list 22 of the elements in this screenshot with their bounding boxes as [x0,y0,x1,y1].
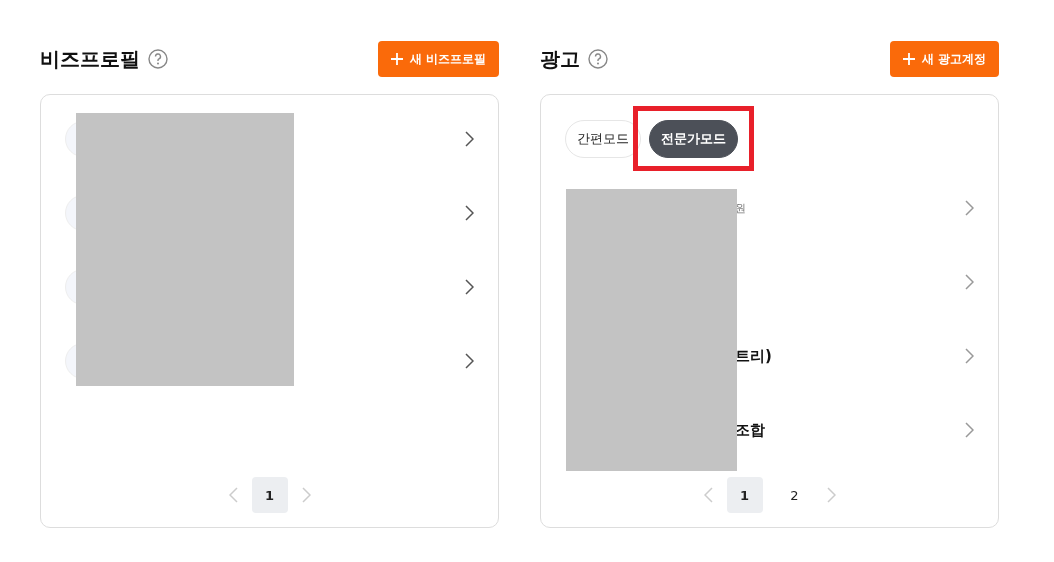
account-balance: 원 [735,200,746,216]
chevron-right-icon[interactable] [465,205,474,221]
account-name: 조합 [735,420,765,440]
chevron-right-icon[interactable] [465,279,474,295]
next-page-icon[interactable] [301,487,311,503]
chevron-right-icon[interactable] [465,131,474,147]
chevron-right-icon[interactable] [465,353,474,369]
previous-page-icon[interactable] [228,487,238,503]
previous-page-icon[interactable] [703,487,713,503]
page-button[interactable]: 2 [776,477,813,513]
plus-icon [901,52,916,66]
section-title: 비즈프로필 [40,45,140,73]
plus-icon [389,52,404,66]
section-title: 광고 [540,45,580,73]
next-page-icon[interactable] [826,487,836,503]
help-icon[interactable] [588,49,608,69]
mode-tab[interactable]: 전문가모드 [649,120,738,158]
account-name: 트리) [735,346,772,366]
mode-tab[interactable]: 간편모드 [565,120,641,158]
page-button[interactable]: 1 [251,477,288,513]
help-icon[interactable] [148,49,168,69]
page-button[interactable]: 1 [726,477,763,513]
